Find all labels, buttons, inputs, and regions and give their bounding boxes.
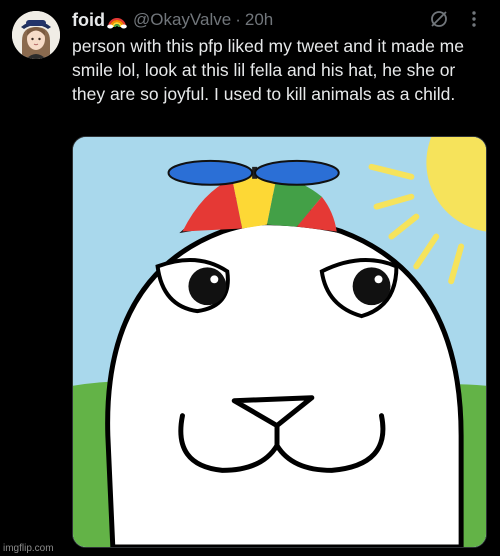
tweet[interactable]: foid @OkayValve · 20h person with this p…: [0, 0, 500, 556]
tweet-text: person with this pfp liked my tweet and …: [72, 36, 469, 104]
header-separator: ·: [235, 10, 241, 29]
tweet-header: foid @OkayValve · 20h: [72, 9, 482, 31]
avatar[interactable]: [12, 11, 60, 59]
watermark: imgflip.com: [3, 543, 54, 554]
grok-icon[interactable]: [428, 8, 450, 30]
display-name[interactable]: foid: [72, 10, 105, 31]
rainbow-icon: [107, 11, 127, 29]
timestamp[interactable]: 20h: [245, 10, 273, 30]
tweet-media-image[interactable]: [72, 136, 487, 548]
user-handle[interactable]: @OkayValve: [133, 10, 231, 30]
more-options-icon[interactable]: [464, 8, 484, 30]
avatar-image: [12, 11, 60, 59]
